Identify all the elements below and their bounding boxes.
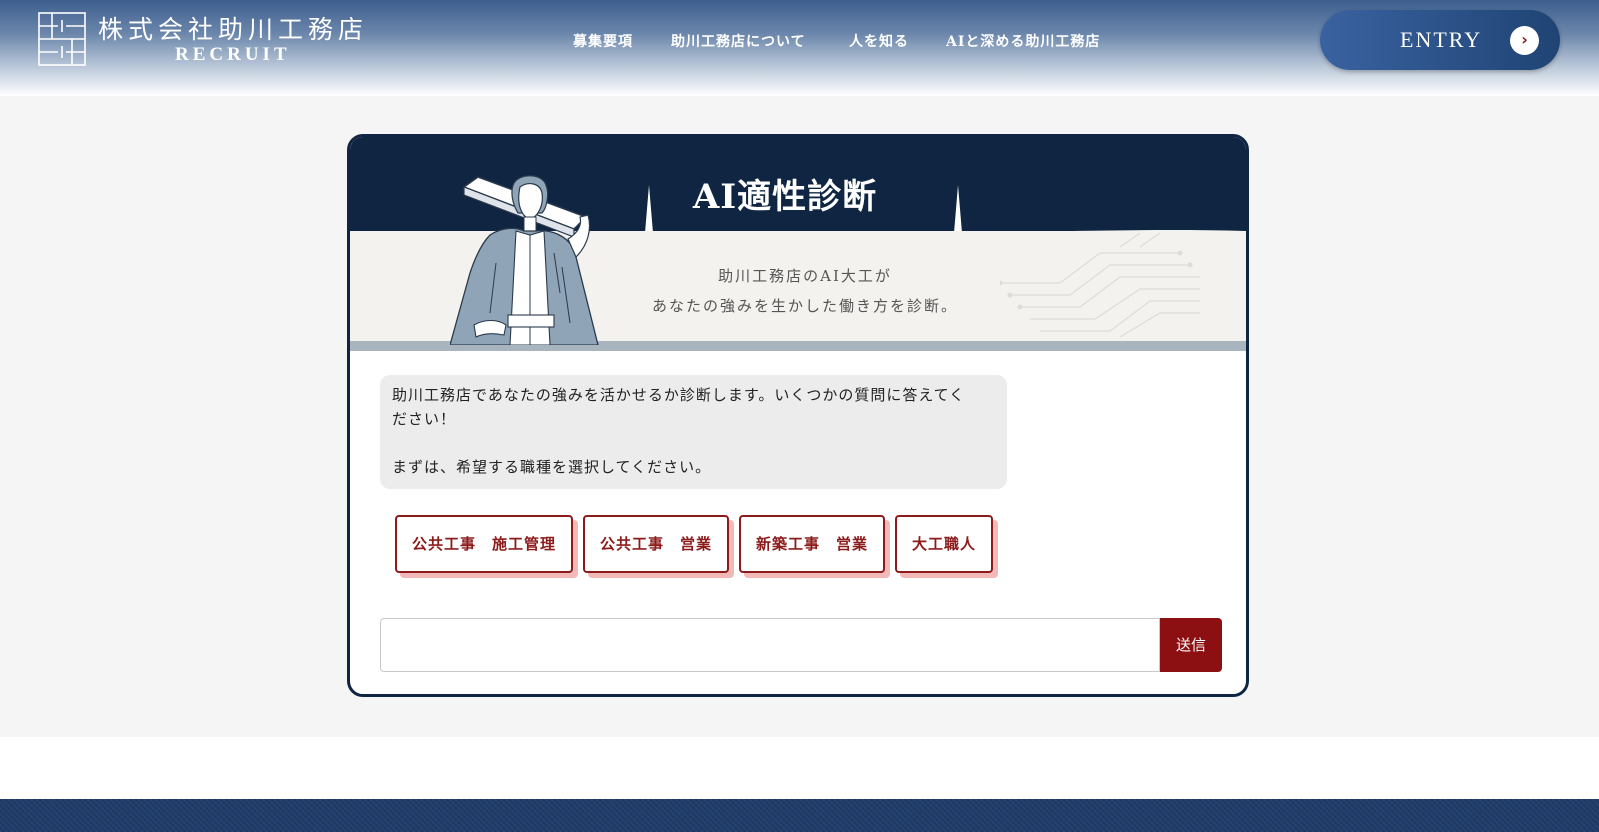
circuit-decoration-icon (1000, 233, 1200, 337)
page-spacer (0, 737, 1599, 799)
bot-message-line-2: ださい！ (392, 410, 457, 428)
chat-input[interactable] (381, 619, 1159, 671)
send-button[interactable]: 送信 (1160, 618, 1222, 672)
nav-item-about[interactable]: 助川工務店について (671, 31, 806, 51)
bot-message: 助川工務店であなたの強みを活かせるか診断します。いくつかの質問に答えてく ださい… (380, 375, 1007, 489)
nav-item-people[interactable]: 人を知る (849, 31, 909, 51)
chevron-right-icon: › (1510, 26, 1539, 55)
entry-button-label: ENTRY (1400, 27, 1483, 52)
diagnosis-card: AI適性診断 助川工務店のAI大工が あなたの強みを生かした働き方を診断。 助川… (347, 134, 1249, 697)
site-footer (0, 799, 1599, 832)
banner-subtitle-line-2: あなたの強みを生かした働き方を診断。 (651, 297, 958, 315)
choice-public-construction-sales[interactable]: 公共工事 営業 (583, 515, 729, 573)
banner-subtitle-line-1: 助川工務店のAI大工が (718, 267, 892, 285)
bot-message-line-3: まずは、希望する職種を選択してください。 (392, 458, 712, 476)
site-header: 株式会社助川工務店 RECRUIT 募集要項 助川工務店について 人を知る AI… (0, 0, 1599, 96)
choice-new-construction-sales[interactable]: 新築工事 営業 (739, 515, 885, 573)
carpenter-illustration-icon (450, 175, 599, 345)
choice-public-construction-management[interactable]: 公共工事 施工管理 (395, 515, 573, 573)
chat-input-wrapper (380, 618, 1160, 672)
banner-subtitle: 助川工務店のAI大工が あなたの強みを生かした働き方を診断。 (600, 261, 1010, 321)
entry-button[interactable]: ENTRY › (1320, 10, 1560, 70)
nav-item-requirements[interactable]: 募集要項 (573, 31, 633, 51)
bot-message-gap (392, 431, 995, 455)
bot-message-line-1: 助川工務店であなたの強みを活かせるか診断します。いくつかの質問に答えてく (392, 386, 966, 404)
nav-item-ai[interactable]: AIと深める助川工務店 (946, 31, 1100, 51)
choice-carpenter[interactable]: 大工職人 (895, 515, 993, 573)
